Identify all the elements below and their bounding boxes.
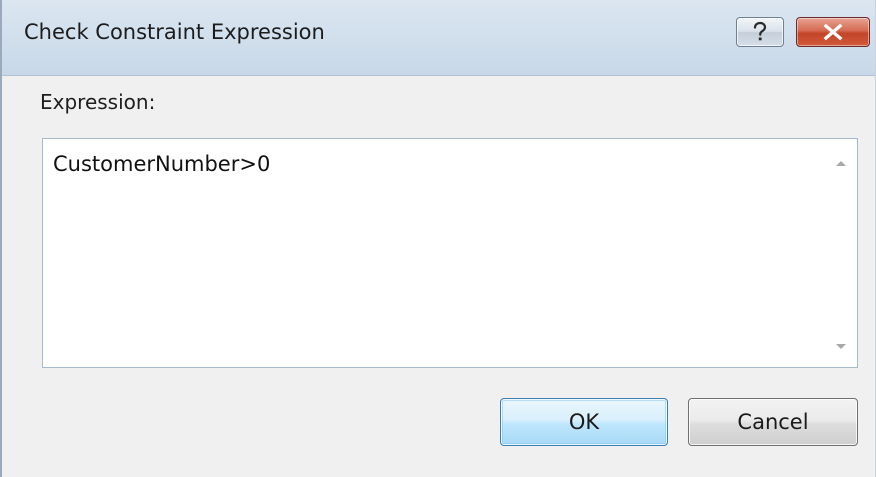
- vertical-scrollbar[interactable]: [825, 139, 857, 367]
- expression-value[interactable]: CustomerNumber>0: [53, 152, 270, 176]
- help-button[interactable]: [736, 17, 784, 47]
- close-x-icon: [822, 23, 844, 41]
- cancel-button[interactable]: Cancel: [688, 398, 858, 446]
- scroll-down-button[interactable]: [825, 331, 857, 359]
- title-bar[interactable]: Check Constraint Expression: [2, 0, 875, 76]
- close-button[interactable]: [796, 17, 870, 47]
- scroll-up-arrow-icon: [835, 152, 847, 171]
- scroll-down-arrow-icon: [835, 336, 847, 355]
- question-mark-icon: [751, 21, 769, 43]
- dialog-title: Check Constraint Expression: [24, 20, 325, 44]
- ok-button[interactable]: OK: [500, 398, 668, 446]
- scroll-up-button[interactable]: [825, 147, 857, 175]
- check-constraint-dialog: Check Constraint Expression Expression: …: [0, 0, 876, 477]
- expression-textbox[interactable]: CustomerNumber>0: [42, 138, 858, 368]
- expression-label: Expression:: [40, 90, 156, 114]
